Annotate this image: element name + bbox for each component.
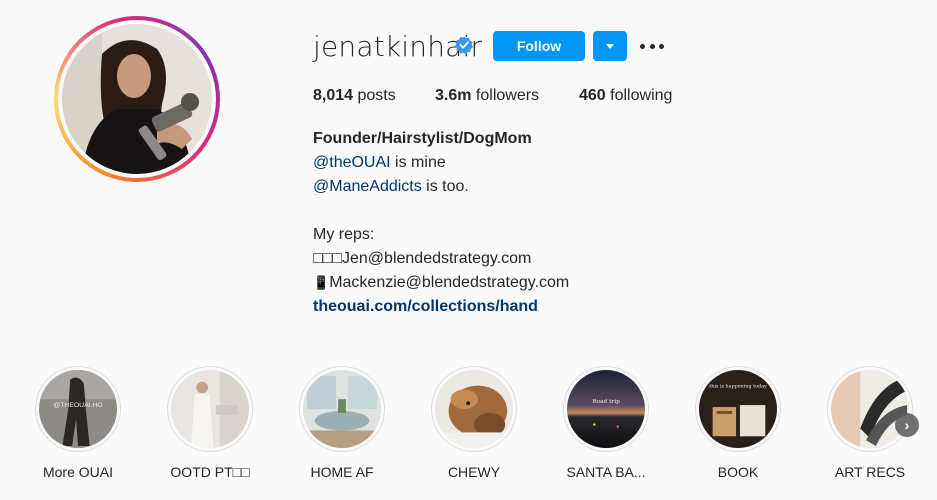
highlight-home-af[interactable]: HOME AF xyxy=(297,366,387,480)
rep-email-jen: Jen@blendedstrategy.com xyxy=(342,250,532,267)
highlight-book[interactable]: this is happening today BOOK xyxy=(693,366,783,480)
follow-button[interactable]: Follow xyxy=(493,31,585,61)
suggested-dropdown-button[interactable] xyxy=(593,31,627,61)
highlight-ring xyxy=(167,366,253,452)
bio-reps-heading: My reps: xyxy=(313,226,375,243)
mention-link-theouai[interactable]: @theOUAI xyxy=(313,154,391,171)
posts-label: posts xyxy=(357,87,396,104)
highlight-label: More OUAI xyxy=(42,464,113,480)
avatar-gap xyxy=(58,20,216,178)
more-dot xyxy=(649,43,655,49)
highlight-cover xyxy=(831,370,909,448)
highlights-next-button[interactable]: › xyxy=(895,413,919,437)
phone-icon: 📱 xyxy=(313,276,330,291)
rep-prefix-glyph: □□□ xyxy=(313,250,342,267)
bio-rep-mackenzie: 📱Mackenzie@blendedstrategy.com xyxy=(313,271,569,295)
verified-badge-icon xyxy=(455,36,473,54)
bio-text: is mine xyxy=(390,154,446,171)
following-stat[interactable]: 460 following xyxy=(579,87,672,105)
avatar[interactable] xyxy=(62,24,212,174)
highlight-santa-barbara[interactable]: Road trip SANTA BA... xyxy=(561,366,651,480)
following-label: following xyxy=(610,87,673,104)
highlight-overlay-text: this is happening today xyxy=(709,384,767,390)
highlight-label: BOOK xyxy=(717,464,759,480)
highlight-ring xyxy=(299,366,385,452)
highlight-cover: this is happening today xyxy=(699,370,777,448)
highlight-overlay-text: @THEOUAI.HO xyxy=(53,402,102,409)
highlight-cover: Road trip xyxy=(567,370,645,448)
chevron-right-icon: › xyxy=(904,417,910,433)
more-options-button[interactable] xyxy=(640,38,664,54)
highlight-cover: @THEOUAI.HO xyxy=(39,370,117,448)
highlight-label: OOTD PT□□ xyxy=(170,464,250,480)
highlight-ootd[interactable]: OOTD PT□□ xyxy=(165,366,255,480)
profile-avatar-ring[interactable] xyxy=(54,16,220,182)
bio-rep-jen: □□□Jen@blendedstrategy.com xyxy=(313,247,569,271)
highlight-more-ouai[interactable]: @THEOUAI.HO More OUAI xyxy=(33,366,123,480)
highlight-label: CHEWY xyxy=(447,464,501,480)
more-dots-icon xyxy=(640,43,645,49)
rep-email-mackenzie: Mackenzie@blendedstrategy.com xyxy=(329,274,570,291)
highlight-cover xyxy=(303,370,381,448)
highlight-ring xyxy=(827,366,913,452)
posts-count: 8,014 xyxy=(313,87,354,104)
bio-text: is too. xyxy=(421,178,469,195)
profile-bio: Founder/Hairstylist/DogMom @theOUAI is m… xyxy=(313,127,569,319)
highlight-overlay-text: Road trip xyxy=(592,399,620,405)
followers-label: followers xyxy=(475,87,540,104)
highlight-ring: Road trip xyxy=(563,366,649,452)
followers-count: 3.6m xyxy=(435,87,472,104)
bio-name: Founder/Hairstylist/DogMom xyxy=(313,130,532,147)
highlight-chewy[interactable]: CHEWY xyxy=(429,366,519,480)
posts-stat: 8,014 posts xyxy=(313,87,396,105)
highlight-cover xyxy=(171,370,249,448)
bio-line-ouai: @theOUAI is mine xyxy=(313,151,569,175)
highlight-label: SANTA BA... xyxy=(566,464,646,480)
mention-link-maneaddicts[interactable]: @ManeAddicts xyxy=(313,178,422,195)
highlight-cover xyxy=(435,370,513,448)
more-dot xyxy=(659,43,664,49)
followers-stat[interactable]: 3.6m followers xyxy=(435,87,539,105)
following-count: 460 xyxy=(579,87,606,104)
bio-blank-line xyxy=(313,199,569,223)
bio-line-maneaddicts: @ManeAddicts is too. xyxy=(313,175,569,199)
highlight-ring xyxy=(431,366,517,452)
highlight-label: ART RECS xyxy=(834,464,906,480)
bio-website-link[interactable]: theouai.com/collections/hand xyxy=(313,295,569,319)
highlight-ring: @THEOUAI.HO xyxy=(35,366,121,452)
chevron-down-icon xyxy=(606,43,614,49)
highlight-label: HOME AF xyxy=(310,464,374,480)
highlight-ring: this is happening today xyxy=(695,366,781,452)
